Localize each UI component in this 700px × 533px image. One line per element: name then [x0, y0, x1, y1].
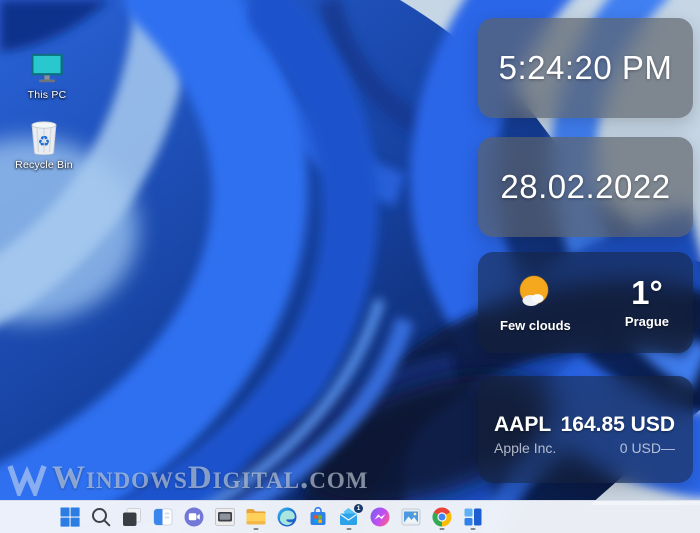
- chrome-button[interactable]: [430, 505, 454, 530]
- office-button[interactable]: [461, 505, 485, 530]
- file-explorer-button[interactable]: [244, 505, 268, 530]
- task-view-button[interactable]: [120, 505, 144, 530]
- clock-widget[interactable]: 5:24:20 PM: [478, 18, 693, 118]
- teams-chat-icon: [182, 505, 206, 529]
- edge-icon: [275, 505, 299, 529]
- chat-button[interactable]: [182, 505, 206, 530]
- desktop-icon-recycle-bin[interactable]: ♻ Recycle Bin: [6, 120, 82, 171]
- chrome-icon: [430, 505, 454, 529]
- mail-badge: 1: [354, 504, 363, 513]
- running-indicator: [254, 528, 259, 531]
- desktop: This PC ♻ Recycle Bin WindowsDigital.com…: [0, 0, 700, 533]
- weather-condition: Few clouds: [500, 318, 571, 333]
- clock-time: 5:24:20 PM: [478, 18, 693, 118]
- store-icon: [306, 505, 330, 529]
- svg-text:♻: ♻: [38, 134, 51, 150]
- start-button[interactable]: [58, 505, 82, 530]
- running-indicator: [471, 528, 476, 531]
- this-pc-monitor-icon: [28, 52, 66, 86]
- messenger-button[interactable]: [368, 505, 392, 530]
- taskbar-items: 1: [58, 505, 485, 530]
- windows-logo-icon: [58, 505, 82, 529]
- task-view-icon: [120, 505, 144, 529]
- running-indicator: [440, 528, 445, 531]
- desktop-icon-this-pc[interactable]: This PC: [9, 52, 85, 101]
- recycle-bin-icon: ♻: [27, 120, 61, 156]
- media-app-button[interactable]: [213, 505, 237, 530]
- date-widget[interactable]: 28.02.2022: [478, 137, 693, 237]
- messenger-icon: [368, 505, 392, 529]
- edge-button[interactable]: [275, 505, 299, 530]
- watermark: WindowsDigital.com: [6, 460, 369, 497]
- mail-button[interactable]: 1: [337, 505, 361, 530]
- store-button[interactable]: [306, 505, 330, 530]
- weather-temperature: 1°: [631, 276, 663, 309]
- stock-symbol: AAPL: [494, 413, 551, 437]
- watermark-logo-icon: [6, 462, 48, 496]
- watermark-text: WindowsDigital.com: [52, 460, 369, 497]
- weather-widget[interactable]: Few clouds 1° Prague: [478, 252, 693, 353]
- few-clouds-icon: [514, 273, 556, 313]
- search-icon: [89, 505, 113, 529]
- running-indicator: [347, 528, 352, 531]
- search-button[interactable]: [89, 505, 113, 530]
- stocks-widget[interactable]: AAPL 164.85 USD Apple Inc. 0 USD—: [478, 376, 693, 483]
- desktop-icon-label: Recycle Bin: [15, 159, 73, 171]
- file-explorer-icon: [244, 505, 268, 529]
- desktop-icon-label: This PC: [28, 89, 67, 101]
- photos-icon: [399, 505, 423, 529]
- stock-price: 164.85 USD: [561, 413, 675, 437]
- taskbar: 1: [0, 500, 700, 533]
- weather-location: Prague: [625, 314, 669, 329]
- photos-button[interactable]: [399, 505, 423, 530]
- office-icon: [461, 505, 485, 529]
- date-text: 28.02.2022: [478, 137, 693, 237]
- stock-company: Apple Inc.: [494, 440, 556, 456]
- stock-change: 0 USD—: [620, 440, 675, 456]
- display-app-icon: [213, 505, 237, 529]
- widgets-button[interactable]: [151, 505, 175, 530]
- widgets-icon: [151, 505, 175, 529]
